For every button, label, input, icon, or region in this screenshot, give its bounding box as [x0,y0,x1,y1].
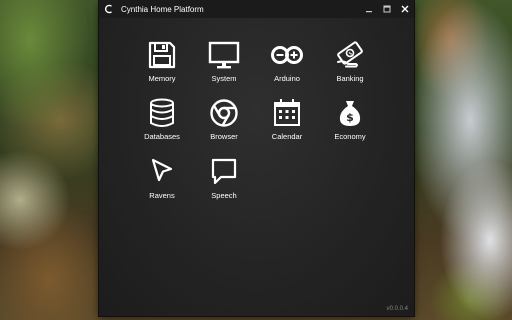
app-label: Arduino [274,74,300,83]
app-label: Databases [144,132,180,141]
money-hand-icon: $ [333,40,367,70]
app-tile-economy[interactable]: $ Economy [320,98,380,153]
app-tile-ravens[interactable]: Ravens [132,157,192,212]
app-label: Banking [336,74,364,83]
app-label: Ravens [149,191,175,200]
maximize-icon[interactable] [378,0,396,18]
app-label: Browser [210,132,238,141]
window-title: Cynthia Home Platform [121,4,204,14]
database-icon [145,98,179,128]
app-tile-calendar[interactable]: Calendar [257,98,317,153]
close-icon[interactable] [396,0,414,18]
app-label: Calendar [271,132,303,141]
app-logo-icon [103,3,115,15]
window-controls [360,0,414,18]
title-bar[interactable]: Cynthia Home Platform [99,0,414,18]
chrome-icon [207,98,241,128]
calendar-icon [270,98,304,128]
floppy-disk-icon [145,40,179,70]
app-label: Economy [334,132,366,141]
cursor-arrow-icon [145,157,179,187]
speech-bubble-icon [207,157,241,187]
money-bag-icon: $ [333,98,367,128]
app-tile-arduino[interactable]: Arduino [257,40,317,95]
app-tile-system[interactable]: System [194,40,254,95]
minimize-icon[interactable] [360,0,378,18]
app-window: Cynthia Home Platform Memory System Ardu… [99,0,414,316]
app-label: Memory [148,74,176,83]
app-tile-memory[interactable]: Memory [132,40,192,95]
app-tile-browser[interactable]: Browser [194,98,254,153]
app-tile-banking[interactable]: $ Banking [320,40,380,95]
app-label: Speech [211,191,237,200]
version-label: v0.0.0.4 [386,306,408,312]
arduino-icon [270,40,304,70]
app-tile-speech[interactable]: Speech [194,157,254,212]
monitor-icon [207,40,241,70]
app-tile-databases[interactable]: Databases [132,98,192,153]
svg-text:$: $ [346,111,354,124]
app-label: System [211,74,237,83]
